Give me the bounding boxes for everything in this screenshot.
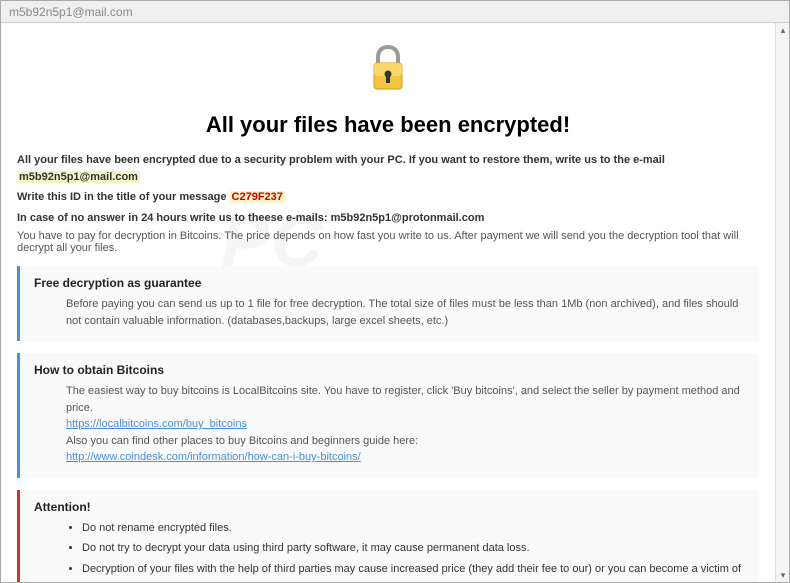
intro-line-2: Write this ID in the title of your messa… (17, 189, 759, 206)
vertical-scrollbar[interactable]: ▴ ▾ (775, 23, 789, 582)
link-localbitcoins[interactable]: https://localbitcoins.com/buy_bitcoins (66, 418, 247, 430)
scroll-up-icon[interactable]: ▴ (776, 23, 790, 37)
content-area: All your files have been encrypted! All … (1, 23, 789, 582)
scroll-down-icon[interactable]: ▾ (776, 568, 790, 582)
window-title: m5b92n5p1@mail.com (9, 5, 133, 19)
payment-info: You have to pay for decryption in Bitcoi… (17, 230, 759, 254)
section-free-decryption: Free decryption as guarantee Before payi… (17, 266, 759, 341)
section-obtain-bitcoins: How to obtain Bitcoins The easiest way t… (17, 353, 759, 478)
message-id: C279F237 (230, 191, 285, 203)
intro-line-1: All your files have been encrypted due t… (17, 152, 759, 185)
intro-line-3: In case of no answer in 24 hours write u… (17, 210, 759, 227)
window-title-bar: m5b92n5p1@mail.com (1, 1, 789, 23)
link-coindesk[interactable]: http://www.coindesk.com/information/how-… (66, 451, 361, 463)
contact-email-2: m5b92n5p1@protonmail.com (331, 212, 485, 224)
section-title-obtain: How to obtain Bitcoins (34, 363, 745, 377)
list-item: Do not rename encrypted files. (82, 520, 745, 537)
list-item: Do not try to decrypt your data using th… (82, 540, 745, 557)
contact-email-1: m5b92n5p1@mail.com (17, 171, 140, 183)
lock-container (17, 35, 759, 104)
section-body-free: Before paying you can send us up to 1 fi… (34, 296, 745, 329)
attention-list: Do not rename encrypted files. Do not tr… (34, 520, 745, 583)
section-attention: Attention! Do not rename encrypted files… (17, 490, 759, 583)
lock-icon (364, 43, 412, 100)
section-title-free: Free decryption as guarantee (34, 276, 745, 290)
list-item: Decryption of your files with the help o… (82, 561, 745, 583)
section-title-attention: Attention! (34, 500, 745, 514)
section-body-obtain: The easiest way to buy bitcoins is Local… (34, 383, 745, 466)
main-heading: All your files have been encrypted! (17, 112, 759, 138)
